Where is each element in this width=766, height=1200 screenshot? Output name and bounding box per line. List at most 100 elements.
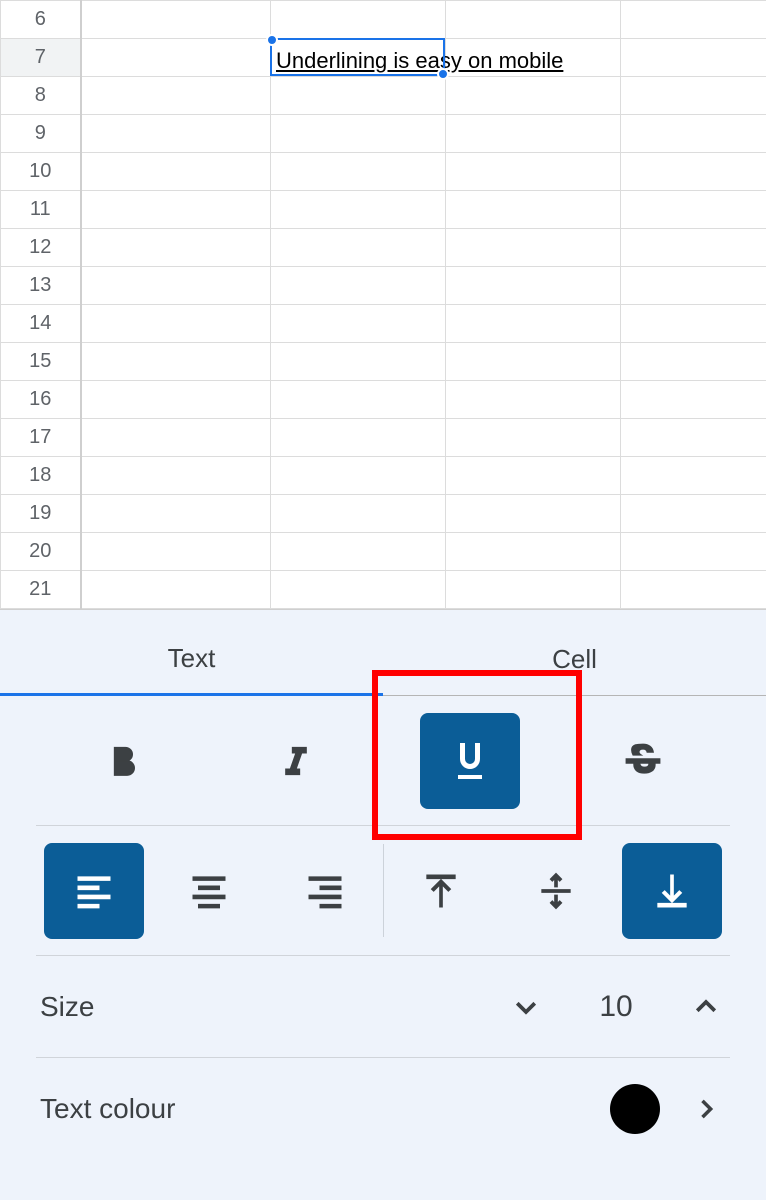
align-center-icon (187, 869, 231, 913)
cell[interactable] (621, 571, 766, 609)
cell[interactable] (271, 77, 446, 115)
row-header[interactable]: 11 (1, 191, 81, 229)
spreadsheet-grid[interactable]: 6789101112131415161718192021 Underlining… (0, 0, 766, 609)
italic-icon (276, 741, 316, 781)
row-header[interactable]: 21 (1, 571, 81, 609)
cell[interactable] (81, 343, 271, 381)
cell[interactable] (271, 115, 446, 153)
cell[interactable] (446, 153, 621, 191)
cell[interactable] (81, 419, 271, 457)
valign-middle-button[interactable] (506, 843, 606, 939)
cell[interactable] (446, 343, 621, 381)
row-header[interactable]: 13 (1, 267, 81, 305)
valign-bottom-button[interactable] (622, 843, 722, 939)
row-header[interactable]: 8 (1, 77, 81, 115)
cell[interactable] (81, 533, 271, 571)
align-left-button[interactable] (44, 843, 144, 939)
align-right-icon (303, 869, 347, 913)
cell[interactable] (446, 495, 621, 533)
cell[interactable] (271, 457, 446, 495)
tab-cell[interactable]: Cell (383, 624, 766, 696)
cell[interactable] (621, 191, 766, 229)
underline-icon (446, 737, 494, 785)
row-header[interactable]: 17 (1, 419, 81, 457)
cell[interactable] (446, 457, 621, 495)
cell[interactable] (271, 571, 446, 609)
cell[interactable] (271, 1, 446, 39)
cell[interactable] (446, 191, 621, 229)
cell[interactable] (81, 115, 271, 153)
text-colour-swatch[interactable] (610, 1084, 660, 1134)
cell[interactable] (446, 77, 621, 115)
cell[interactable] (81, 457, 271, 495)
cell[interactable] (271, 495, 446, 533)
cell[interactable] (81, 191, 271, 229)
row-header[interactable]: 15 (1, 343, 81, 381)
row-header[interactable]: 6 (1, 1, 81, 39)
underline-button[interactable] (420, 713, 520, 809)
cell[interactable] (621, 305, 766, 343)
cell[interactable] (621, 495, 766, 533)
cell[interactable] (621, 457, 766, 495)
cell[interactable] (621, 77, 766, 115)
cell[interactable] (271, 381, 446, 419)
cell[interactable] (446, 419, 621, 457)
cell[interactable] (446, 305, 621, 343)
format-panel: Text Cell (0, 609, 766, 1200)
cell[interactable] (81, 1, 271, 39)
cell[interactable] (621, 39, 766, 77)
cell[interactable] (621, 381, 766, 419)
cell[interactable] (446, 115, 621, 153)
cell[interactable] (271, 191, 446, 229)
cell[interactable] (81, 229, 271, 267)
cell[interactable] (271, 153, 446, 191)
cell[interactable] (271, 267, 446, 305)
row-header[interactable]: 20 (1, 533, 81, 571)
cell[interactable] (81, 305, 271, 343)
cell[interactable] (271, 533, 446, 571)
row-header[interactable]: 19 (1, 495, 81, 533)
italic-button[interactable] (246, 713, 346, 809)
cell[interactable] (621, 229, 766, 267)
cell[interactable] (446, 1, 621, 39)
cell[interactable] (621, 115, 766, 153)
cell[interactable] (81, 267, 271, 305)
cell[interactable] (271, 419, 446, 457)
cell[interactable] (446, 229, 621, 267)
cell[interactable] (81, 77, 271, 115)
cell[interactable] (621, 153, 766, 191)
row-header[interactable]: 16 (1, 381, 81, 419)
cell[interactable] (81, 571, 271, 609)
cell[interactable] (621, 533, 766, 571)
cell[interactable] (271, 305, 446, 343)
tab-text[interactable]: Text (0, 624, 383, 696)
cell[interactable] (621, 343, 766, 381)
cell[interactable] (81, 495, 271, 533)
cell[interactable] (81, 153, 271, 191)
cell[interactable] (271, 343, 446, 381)
row-header[interactable]: 7 (1, 39, 81, 77)
bold-button[interactable] (73, 713, 173, 809)
row-header[interactable]: 18 (1, 457, 81, 495)
cell[interactable] (446, 571, 621, 609)
row-header[interactable]: 10 (1, 153, 81, 191)
align-center-button[interactable] (159, 843, 259, 939)
cell[interactable] (446, 381, 621, 419)
cell[interactable] (621, 267, 766, 305)
cell[interactable] (271, 229, 446, 267)
cell[interactable] (446, 533, 621, 571)
cell[interactable] (446, 267, 621, 305)
font-size-decrease-button[interactable] (506, 987, 546, 1027)
row-header[interactable]: 12 (1, 229, 81, 267)
cell[interactable] (81, 39, 271, 77)
align-right-button[interactable] (275, 843, 375, 939)
row-header[interactable]: 9 (1, 115, 81, 153)
text-colour-expand-button[interactable] (686, 1089, 726, 1129)
cell[interactable] (81, 381, 271, 419)
row-header[interactable]: 14 (1, 305, 81, 343)
cell[interactable] (621, 1, 766, 39)
font-size-increase-button[interactable] (686, 987, 726, 1027)
strikethrough-button[interactable] (593, 713, 693, 809)
valign-top-button[interactable] (391, 843, 491, 939)
cell[interactable] (621, 419, 766, 457)
